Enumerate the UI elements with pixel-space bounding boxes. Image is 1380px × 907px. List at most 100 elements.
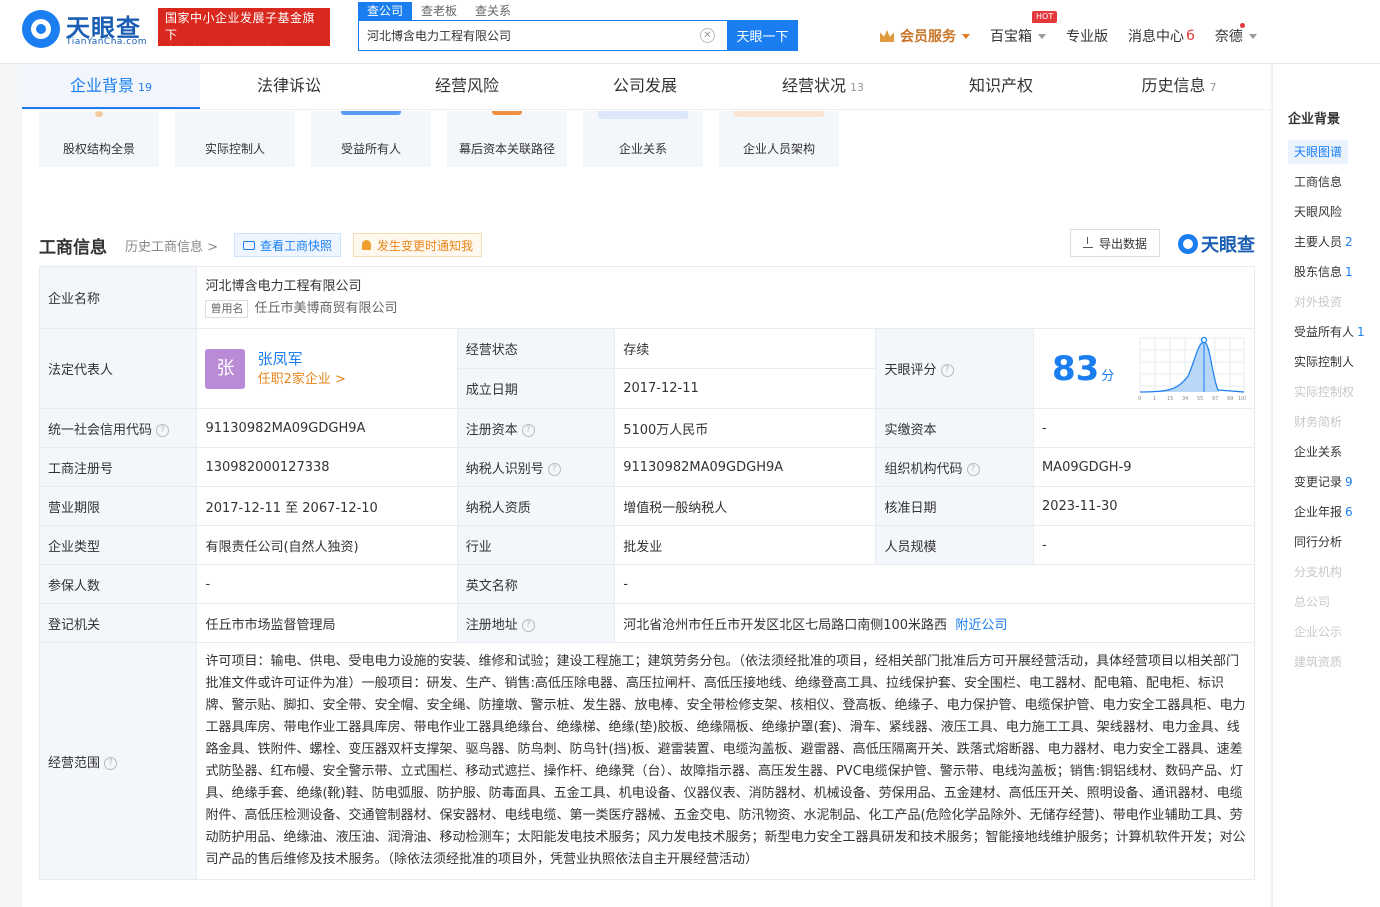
eye-logo-icon — [1178, 234, 1198, 254]
former-name: 任丘市美博商贸有限公司 — [254, 300, 398, 316]
eye-logo-icon — [22, 10, 60, 48]
sidebar-item-11[interactable]: 变更记录 9 — [1288, 470, 1371, 500]
label-tax-id: 纳税人识别号? — [456, 447, 616, 487]
label-status: 经营状态 — [456, 328, 616, 369]
search-tab-boss[interactable]: 查老板 — [412, 2, 466, 20]
tick-label: 100 — [1238, 396, 1246, 402]
export-data-button[interactable]: 导出数据 — [1069, 229, 1160, 257]
sidebar-item-0[interactable]: 天眼图谱 — [1288, 140, 1348, 164]
help-icon[interactable]: ? — [547, 462, 561, 476]
card-enterprise-relation[interactable]: 企业关系 — [583, 111, 703, 167]
reg-address-value: 河北省沧州市任丘市开发区北区七局路口南侧100米路西 — [623, 617, 948, 633]
help-icon[interactable]: ? — [966, 462, 980, 476]
search-input[interactable] — [359, 21, 689, 50]
tab-operations[interactable]: 经营状况 13 — [734, 64, 912, 109]
tianyancha-logo[interactable]: 天眼查 TianYanCha.com — [22, 8, 152, 48]
search-tab-relation[interactable]: 查关系 — [466, 2, 520, 20]
clear-icon[interactable]: ✕ — [700, 28, 715, 43]
tab-history[interactable]: 历史信息 7 — [1090, 64, 1268, 109]
staff-size-value: - — [1032, 525, 1256, 565]
english-name-value: - — [614, 564, 1255, 604]
sidebar-item-7[interactable]: 实际控制人 — [1288, 350, 1371, 380]
vip-service-menu[interactable]: 会员服务 — [880, 26, 970, 46]
label-paid-capital: 实缴资本 — [875, 408, 1034, 448]
business-scope-value: 许可项目：输电、供电、受电电力设施的安装、维修和试验；建设工程施工；建筑劳务分包… — [196, 642, 1255, 880]
card-capital-path[interactable]: 幕后资本关联路径 — [447, 111, 567, 167]
paid-capital-value: - — [1032, 408, 1256, 448]
help-icon[interactable]: ? — [940, 364, 954, 377]
label-reg-authority: 登记机关 — [38, 603, 198, 643]
tick-label: 97 — [1212, 396, 1218, 402]
help-icon[interactable]: ? — [521, 618, 535, 632]
table-row: 工商注册号 130982000127338 纳税人识别号? 91130982MA… — [38, 447, 1256, 487]
sidebar-item-3[interactable]: 主要人员 2 — [1288, 230, 1371, 260]
label-english-name: 英文名称 — [456, 564, 616, 604]
user-menu[interactable]: 奈德 — [1215, 23, 1257, 46]
tab-development[interactable]: 公司发展 — [556, 64, 734, 109]
help-icon[interactable]: ? — [156, 423, 170, 437]
table-row: 登记机关 任丘市市场监督管理局 注册地址? 河北省沧州市任丘市开发区北区七局路口… — [38, 603, 1255, 643]
card-beneficial-owner[interactable]: 受益所有人 — [311, 111, 431, 167]
label-term: 营业期限 — [38, 486, 198, 526]
sidebar-item-10[interactable]: 企业关系 — [1288, 440, 1371, 470]
sidebar-item-1[interactable]: 工商信息 — [1288, 170, 1371, 200]
sidebar-item-14: 分支机构 — [1294, 565, 1343, 579]
table-row: 经营范围? 许可项目：输电、供电、受电电力设施的安装、维修和试验；建设工程施工；… — [38, 642, 1255, 880]
top-header: 天眼查 TianYanCha.com 国家中小企业发展子基金旗下 官方备案企业征… — [0, 0, 1380, 64]
search-button[interactable]: 天眼一下 — [727, 20, 798, 51]
history-business-link[interactable]: 历史工商信息 > — [125, 236, 218, 255]
chevron-down-icon — [1038, 33, 1046, 39]
label-company-name: 企业名称 — [38, 266, 198, 329]
tab-background[interactable]: 企业背景 19 — [22, 64, 200, 109]
company-type-value: 有限责任公司(自然人独资) — [196, 525, 458, 565]
card-equity-structure[interactable]: 股权结构全景 — [39, 111, 159, 167]
sidebar-item-15: 总公司 — [1294, 595, 1331, 609]
table-row: 参保人数 - 英文名称 - — [38, 564, 1255, 604]
sidebar-item-4[interactable]: 股东信息 1 — [1288, 260, 1371, 290]
card-personnel-structure[interactable]: 企业人员架构 — [719, 111, 839, 167]
sidebar-item-12[interactable]: 企业年报 6 — [1288, 500, 1371, 530]
legal-rep-cell: 张 张凤军 任职2家企业 > — [196, 328, 458, 409]
sidebar-item-5: 对外投资 — [1294, 295, 1343, 309]
alias-tag: 曾用名 — [205, 299, 249, 318]
reg-capital-value: 5100万人民币 — [614, 408, 877, 448]
sidebar-item-6[interactable]: 受益所有人 1 — [1288, 320, 1371, 350]
table-row: 法定代表人 张 张凤军 任职2家企业 > 经营状态 存续 天眼评分? 83分 — [38, 328, 1256, 409]
tick-label: 15 — [1167, 396, 1173, 402]
legal-rep-companies-link[interactable]: 任职2家企业 > — [258, 370, 346, 390]
business-info-header: 工商信息 历史工商信息 > 查看工商快照 发生变更时通知我 导出数据 天眼查 — [39, 229, 1255, 261]
tab-litigation[interactable]: 法律诉讼 — [200, 64, 378, 109]
sidebar-item-2[interactable]: 天眼风险 — [1288, 200, 1371, 230]
change-notify-button[interactable]: 发生变更时通知我 — [353, 233, 483, 257]
approve-date-value: 2023-11-30 — [1032, 486, 1256, 526]
label-score: 天眼评分? — [875, 328, 1034, 409]
sidebar-list: 天眼图谱 工商信息 天眼风险 主要人员 2 股东信息 1 对外投资 受益所有人 1 实际控制人 实际控… — [1288, 140, 1371, 680]
tax-qualification-value: 增值税一般纳税人 — [614, 486, 877, 526]
industry-value: 批发业 — [614, 525, 877, 565]
table-row: 企业类型 有限责任公司(自然人独资) 行业 批发业 人员规模 - — [38, 525, 1256, 565]
message-center-link[interactable]: 消息中心 6 — [1128, 26, 1195, 46]
avatar[interactable]: 张 — [205, 348, 246, 389]
sidebar-title: 企业背景 — [1288, 112, 1341, 127]
chevron-down-icon — [1248, 33, 1257, 39]
sidebar-item-13[interactable]: 同行分析 — [1288, 530, 1371, 560]
help-icon[interactable]: ? — [521, 423, 535, 437]
label-org-code: 组织机构代码? — [875, 447, 1034, 487]
tab-ip[interactable]: 知识产权 — [912, 64, 1090, 109]
nearby-companies-link[interactable]: 附近公司 — [955, 618, 1007, 633]
tick-label: 1 — [1153, 396, 1156, 402]
insured-value: - — [196, 564, 458, 604]
tab-risk[interactable]: 经营风险 — [378, 64, 556, 109]
legal-rep-name-link[interactable]: 张凤军 — [258, 348, 346, 370]
card-actual-controller[interactable]: 实际控制人 — [175, 111, 295, 167]
top-nav: 会员服务 百宝箱 HOT 专业版 消息中心 6 奈德 — [880, 11, 1277, 46]
bell-icon — [362, 240, 372, 250]
help-icon[interactable]: ? — [104, 756, 118, 770]
label-legal-rep: 法定代表人 — [38, 328, 198, 409]
crown-icon — [880, 30, 894, 42]
table-row: 企业名称 河北博含电力工程有限公司 曾用名 任丘市美博商贸有限公司 — [38, 266, 1255, 329]
pro-version-link[interactable]: 专业版 — [1066, 26, 1108, 46]
treasure-box-menu[interactable]: 百宝箱 HOT — [990, 11, 1058, 46]
snapshot-button[interactable]: 查看工商快照 — [234, 233, 342, 257]
search-tab-company[interactable]: 查公司 — [358, 2, 413, 20]
